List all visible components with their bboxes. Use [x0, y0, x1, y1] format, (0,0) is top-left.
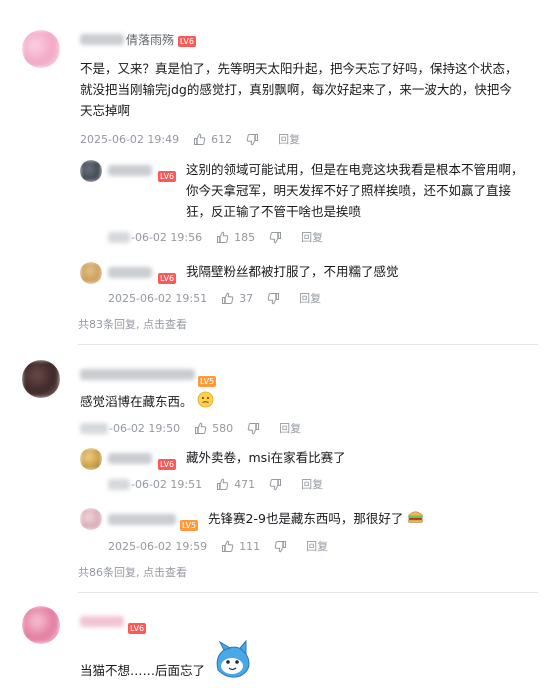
reply-avatar[interactable] — [80, 448, 102, 470]
time-blurred — [108, 231, 130, 243]
reply-text: 这别的领域可能试用，但是在电竞这块我看是根本不管用啊，你今天拿冠军，明天发挥不好… — [186, 159, 524, 222]
hamburger-emoji-icon — [407, 509, 424, 530]
reply-text: 藏外卖卷，msi在家看比赛了 — [186, 447, 524, 468]
comment-meta: -06-02 19:50 580 回复 — [80, 420, 301, 436]
time-blurred — [108, 478, 130, 490]
like-icon[interactable] — [221, 292, 234, 305]
comment-time: 2025-06-02 19:49 — [80, 132, 180, 146]
reply-meta: -06-02 19:51 471 回复 — [108, 476, 323, 492]
comment-text: 不是，又来？真是怕了，先等明天太阳升起，把今天忘了好吗，保持这个状态，就没把当刚… — [80, 61, 518, 118]
like-icon[interactable] — [221, 540, 234, 553]
like-count: 37 — [239, 291, 254, 305]
comment-time: -06-02 19:50 — [109, 421, 181, 435]
level-badge: LV5 — [198, 376, 217, 387]
reply-level-wrap: LV6 — [158, 452, 177, 471]
username-blurred — [80, 616, 124, 627]
reply-time: -06-02 19:56 — [131, 230, 203, 244]
reply-time: 2025-06-02 19:51 — [108, 291, 208, 305]
dislike-icon[interactable] — [269, 231, 282, 244]
reply-button[interactable]: 回复 — [299, 290, 321, 306]
reply-level-wrap: LV5 — [180, 513, 199, 532]
username[interactable]: 倩落雨殇 LV6 — [126, 31, 196, 48]
username-text[interactable]: 倩落雨殇 — [126, 33, 174, 47]
view-more-replies[interactable]: 共86条回复, 点击查看 — [78, 564, 187, 580]
like-count: 185 — [234, 230, 256, 244]
like-icon[interactable] — [216, 478, 229, 491]
reply-username-blurred — [108, 165, 152, 176]
reply-meta: 2025-06-02 19:51 37 回复 — [108, 290, 321, 306]
level-wrap: LV6 — [128, 616, 147, 635]
comment-text-content: 感觉滔博在藏东西。 — [80, 394, 193, 409]
like-icon[interactable] — [193, 133, 206, 146]
avatar[interactable] — [22, 606, 60, 644]
level-badge: LV5 — [180, 520, 199, 531]
dislike-icon[interactable] — [274, 540, 287, 553]
reply-avatar[interactable] — [80, 508, 102, 530]
level-badge: LV6 — [158, 459, 177, 470]
reply-button[interactable]: 回复 — [301, 229, 323, 245]
comment-text-content: 当猫不想……后面忘了 — [80, 663, 206, 678]
reply-avatar[interactable] — [80, 262, 102, 284]
comment-text: 当猫不想……后面忘了 — [80, 660, 520, 681]
avatar[interactable] — [22, 30, 60, 68]
like-icon[interactable] — [194, 422, 207, 435]
like-count: 111 — [239, 539, 261, 553]
dislike-icon[interactable] — [267, 292, 280, 305]
reply-level-wrap: LV6 — [158, 164, 177, 183]
comment-text: 感觉滔博在藏东西。 — [80, 391, 520, 414]
like-count: 612 — [211, 132, 233, 146]
divider — [78, 592, 538, 593]
username-blurred — [80, 369, 195, 380]
level-badge: LV6 — [128, 623, 147, 634]
level-badge: LV6 — [158, 171, 177, 182]
reply-text-content: 先锋赛2-9也是藏东西吗，那很好了 — [208, 511, 404, 526]
reply-level-wrap: LV6 — [158, 266, 177, 285]
comment-meta: 2025-06-02 19:49 612 回复 — [80, 131, 300, 147]
reply-text-content: 这别的领域可能试用，但是在电竞这块我看是根本不管用啊，你今天拿冠军，明天发挥不好… — [186, 162, 524, 219]
reply-text: 先锋赛2-9也是藏东西吗，那很好了 — [208, 508, 524, 530]
like-count: 471 — [234, 477, 256, 491]
divider — [78, 344, 538, 345]
reply-meta: 2025-06-02 19:59 111 回复 — [108, 538, 328, 554]
like-count: 580 — [212, 421, 234, 435]
reply-username-blurred — [108, 453, 152, 464]
thinking-emoji-icon — [197, 391, 214, 414]
username-blurred — [80, 34, 124, 45]
avatar[interactable] — [22, 360, 60, 398]
reply-button[interactable]: 回复 — [279, 420, 301, 436]
reply-username-blurred — [108, 267, 152, 278]
level-wrap: LV5 — [198, 369, 217, 388]
reply-button[interactable]: 回复 — [278, 131, 300, 147]
dislike-icon[interactable] — [247, 422, 260, 435]
reply-text: 我隔壁粉丝都被打服了，不用糯了感觉 — [186, 261, 524, 282]
reply-text-content: 我隔壁粉丝都被打服了，不用糯了感觉 — [186, 264, 399, 279]
reply-text-content: 藏外卖卷，msi在家看比赛了 — [186, 450, 346, 465]
sticker-mascot-icon — [210, 639, 254, 688]
reply-time: -06-02 19:51 — [131, 477, 203, 491]
reply-meta: -06-02 19:56 185 回复 — [108, 229, 323, 245]
reply-avatar[interactable] — [80, 160, 102, 182]
reply-button[interactable]: 回复 — [306, 538, 328, 554]
level-badge: LV6 — [177, 36, 196, 47]
like-icon[interactable] — [216, 231, 229, 244]
time-blurred — [80, 422, 108, 434]
level-badge: LV6 — [158, 273, 177, 284]
reply-time: 2025-06-02 19:59 — [108, 539, 208, 553]
dislike-icon[interactable] — [269, 478, 282, 491]
dislike-icon[interactable] — [246, 133, 259, 146]
reply-username-blurred — [108, 514, 176, 525]
reply-button[interactable]: 回复 — [301, 476, 323, 492]
view-more-replies[interactable]: 共83条回复, 点击查看 — [78, 316, 187, 332]
